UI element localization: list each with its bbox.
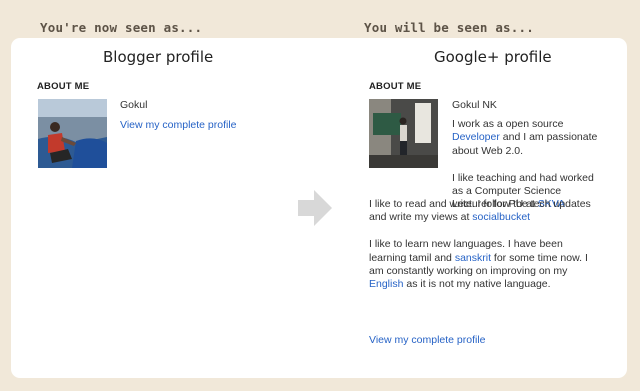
right-arrow-icon — [298, 190, 332, 231]
googleplus-profile-title: Google+ profile — [434, 48, 552, 66]
profile-comparison-card: Blogger profile ABOUT ME Gokul View my c… — [11, 38, 627, 378]
googleplus-about-text-wide: I like to read and write. I follow the t… — [369, 198, 601, 305]
blogger-profile-photo — [38, 99, 107, 168]
blogger-about-me-heading: ABOUT ME — [37, 81, 90, 92]
bio-paragraph: I work as a open source Developer and I … — [452, 118, 598, 157]
comparison-header: You're now seen as... You will be seen a… — [0, 0, 640, 40]
googleplus-profile-photo — [369, 99, 438, 168]
blogger-profile-title: Blogger profile — [103, 48, 214, 66]
googleplus-view-profile-link[interactable]: View my complete profile — [369, 334, 486, 346]
socialbucket-link[interactable]: socialbucket — [472, 211, 530, 223]
bio-paragraph: I like to read and write. I follow the t… — [369, 198, 591, 224]
future-view-heading: You will be seen as... — [364, 20, 534, 35]
bio-paragraph: I like to learn new languages. I have be… — [369, 238, 588, 291]
blogger-view-profile-link[interactable]: View my complete profile — [120, 119, 237, 131]
current-view-heading: You're now seen as... — [40, 20, 203, 35]
developer-link[interactable]: Developer — [452, 131, 500, 143]
blogger-profile-name: Gokul — [120, 99, 148, 111]
googleplus-profile-name: Gokul NK — [452, 99, 497, 111]
english-link[interactable]: English — [369, 278, 403, 290]
sanskrit-link[interactable]: sanskrit — [455, 252, 491, 264]
googleplus-about-me-heading: ABOUT ME — [369, 81, 422, 92]
